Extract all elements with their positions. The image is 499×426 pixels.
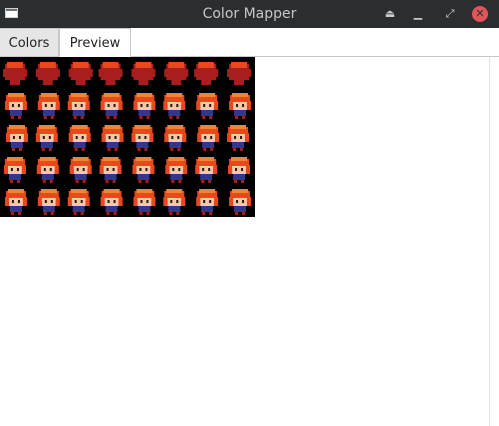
minimize-icon[interactable]: ▁ (410, 6, 426, 22)
title-bar: Color Mapper ⏏ ▁ ⤢ ✕ (0, 0, 499, 28)
scroll-area-edge (489, 57, 490, 426)
maximize-icon[interactable]: ⤢ (442, 6, 458, 22)
tab-preview[interactable]: Preview (59, 28, 131, 57)
preview-panel (0, 57, 499, 426)
close-icon[interactable]: ✕ (472, 6, 488, 22)
shade-icon[interactable]: ⏏ (382, 6, 398, 22)
sprite-sheet-preview (0, 57, 255, 217)
tab-bar: Colors Preview (0, 28, 499, 57)
tab-colors[interactable]: Colors (0, 28, 59, 57)
